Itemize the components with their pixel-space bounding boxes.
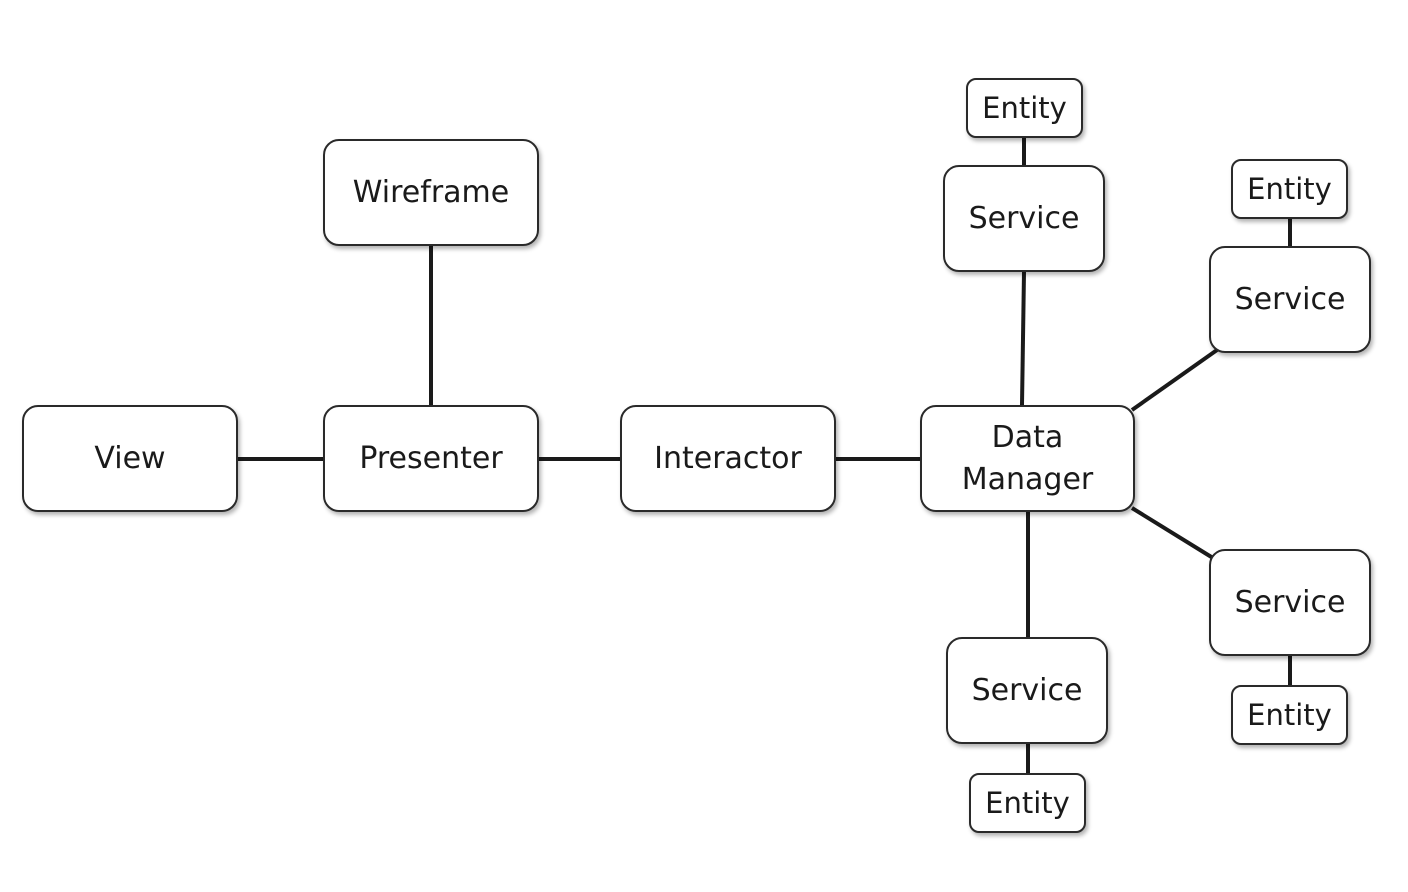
entity-bottom-node: Entity	[969, 773, 1086, 833]
presenter-node: Presenter	[323, 405, 539, 512]
entity-right-top-node: Entity	[1231, 159, 1348, 219]
wireframe-node: Wireframe	[323, 139, 539, 246]
edge-data-manager-service-right-bottom	[1130, 506, 1215, 560]
service-bottom-node: Service	[946, 637, 1108, 744]
edge-data-manager-service-right-top	[1130, 348, 1219, 412]
entity-top-node: Entity	[966, 78, 1083, 138]
entity-right-bottom-node: Entity	[1231, 685, 1348, 745]
view-node: View	[22, 405, 238, 512]
data-manager-node: Data Manager	[920, 405, 1135, 512]
interactor-node: Interactor	[620, 405, 836, 512]
service-right-bottom-node: Service	[1209, 549, 1371, 656]
service-right-top-node: Service	[1209, 246, 1371, 353]
edge-data-manager-service-top	[1020, 271, 1026, 406]
service-top-node: Service	[943, 165, 1105, 272]
